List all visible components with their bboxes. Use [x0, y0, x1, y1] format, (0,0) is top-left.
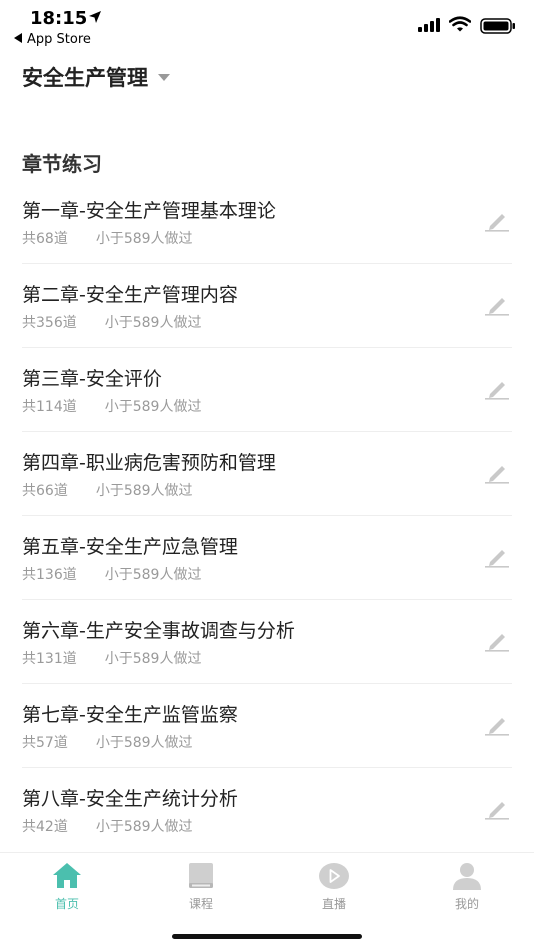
- tab-mine[interactable]: 我的: [422, 861, 512, 912]
- status-bar: 18:15 App Store: [0, 0, 534, 56]
- question-count: 共57道: [22, 735, 68, 751]
- caret-down-icon: [158, 73, 170, 81]
- question-count: 共114道: [22, 399, 77, 415]
- chapter-title: 第二章-安全生产管理内容: [22, 284, 238, 306]
- done-count: 小于589人做过: [104, 399, 202, 415]
- chapter-item[interactable]: 第八章-安全生产统计分析共42道 小于589人做过: [22, 768, 512, 852]
- question-count: 共136道: [22, 567, 77, 583]
- tab-label: 直播: [321, 897, 346, 911]
- pencil-icon[interactable]: [484, 546, 510, 568]
- tab-live[interactable]: 直播: [289, 861, 379, 912]
- subject-selector[interactable]: 安全生产管理: [22, 62, 170, 92]
- pencil-icon[interactable]: [484, 798, 510, 820]
- chapter-item[interactable]: 第二章-安全生产管理内容共356道 小于589人做过: [22, 264, 512, 348]
- question-count: 共66道: [22, 483, 68, 499]
- chapter-meta: 共131道 小于589人做过: [22, 648, 201, 668]
- tab-label: 首页: [54, 897, 79, 911]
- chapter-meta: 共68道 小于589人做过: [22, 228, 193, 248]
- chapter-list: 第一章-安全生产管理基本理论 共68道 小于589人做过 第二章-安全生产管理内容 共3…: [22, 180, 512, 852]
- section-title: 章节练习: [22, 152, 102, 176]
- home-icon: [53, 863, 81, 888]
- chapter-title: 第八章-安全生产统计分析: [22, 788, 238, 810]
- home-indicator: [172, 934, 362, 939]
- back-arrow-icon: [14, 33, 22, 43]
- question-count: 共356道: [22, 315, 77, 331]
- book-icon: [189, 863, 213, 888]
- tab-label: 课程: [188, 897, 213, 911]
- chapter-title: 第一章-安全生产管理基本理论: [22, 200, 276, 222]
- question-count: 共68道: [22, 231, 68, 247]
- chapter-meta: 共57道 小于589人做过: [22, 732, 193, 752]
- chapter-item[interactable]: 第六章-生产安全事故调查与分析共131道 小于589人做过: [22, 600, 512, 684]
- pencil-icon[interactable]: [484, 378, 510, 400]
- tab-course[interactable]: 课程: [156, 861, 246, 912]
- scroll-residue: [80, 98, 140, 102]
- done-count: 小于589人做过: [95, 735, 193, 751]
- chapter-item[interactable]: 第三章-安全评价共114道 小于589人做过: [22, 348, 512, 432]
- chapter-item[interactable]: 第五章-安全生产应急管理共136道 小于589人做过: [22, 516, 512, 600]
- cellular-signal-icon: [418, 18, 440, 32]
- done-count: 小于589人做过: [104, 567, 202, 583]
- wifi-icon: [449, 16, 471, 32]
- pencil-icon[interactable]: [484, 294, 510, 316]
- done-count: 小于589人做过: [95, 483, 193, 499]
- question-count: 共42道: [22, 819, 68, 835]
- chapter-meta: 共42道 小于589人做过: [22, 816, 193, 836]
- done-count: 小于589人做过: [104, 651, 202, 667]
- user-icon: [453, 863, 481, 890]
- chapter-item[interactable]: 第七章-安全生产监管监察共57道 小于589人做过: [22, 684, 512, 768]
- pencil-icon[interactable]: [484, 630, 510, 652]
- question-count: 共131道: [22, 651, 77, 667]
- done-count: 小于589人做过: [95, 231, 193, 247]
- chapter-meta: 共136道 小于589人做过: [22, 564, 201, 584]
- chapter-item[interactable]: 第一章-安全生产管理基本理论共68道 小于589人做过: [22, 180, 512, 264]
- chapter-item[interactable]: 第四章-职业病危害预防和管理共66道 小于589人做过: [22, 432, 512, 516]
- chapter-meta: 共356道 小于589人做过: [22, 312, 201, 332]
- pencil-icon[interactable]: [484, 714, 510, 736]
- battery-icon: [480, 18, 515, 34]
- back-to-app-store[interactable]: App Store: [14, 32, 91, 47]
- chapter-meta: 共114道 小于589人做过: [22, 396, 201, 416]
- done-count: 小于589人做过: [104, 315, 202, 331]
- chapter-title: 第七章-安全生产监管监察: [22, 704, 238, 726]
- chapter-title: 第四章-职业病危害预防和管理: [22, 452, 276, 474]
- tab-label: 我的: [454, 897, 479, 911]
- tab-home[interactable]: 首页: [22, 861, 112, 912]
- location-arrow-icon: [89, 11, 101, 23]
- pencil-icon[interactable]: [484, 210, 510, 232]
- chapter-title: 第六章-生产安全事故调查与分析: [22, 620, 295, 642]
- page-title: 安全生产管理: [22, 66, 148, 90]
- play-icon: [319, 863, 349, 889]
- back-app-label: App Store: [27, 32, 91, 47]
- status-time: 18:15: [30, 8, 88, 29]
- done-count: 小于589人做过: [95, 819, 193, 835]
- chapter-title: 第五章-安全生产应急管理: [22, 536, 238, 558]
- chapter-title: 第三章-安全评价: [22, 368, 162, 390]
- pencil-icon[interactable]: [484, 462, 510, 484]
- chapter-meta: 共66道 小于589人做过: [22, 480, 193, 500]
